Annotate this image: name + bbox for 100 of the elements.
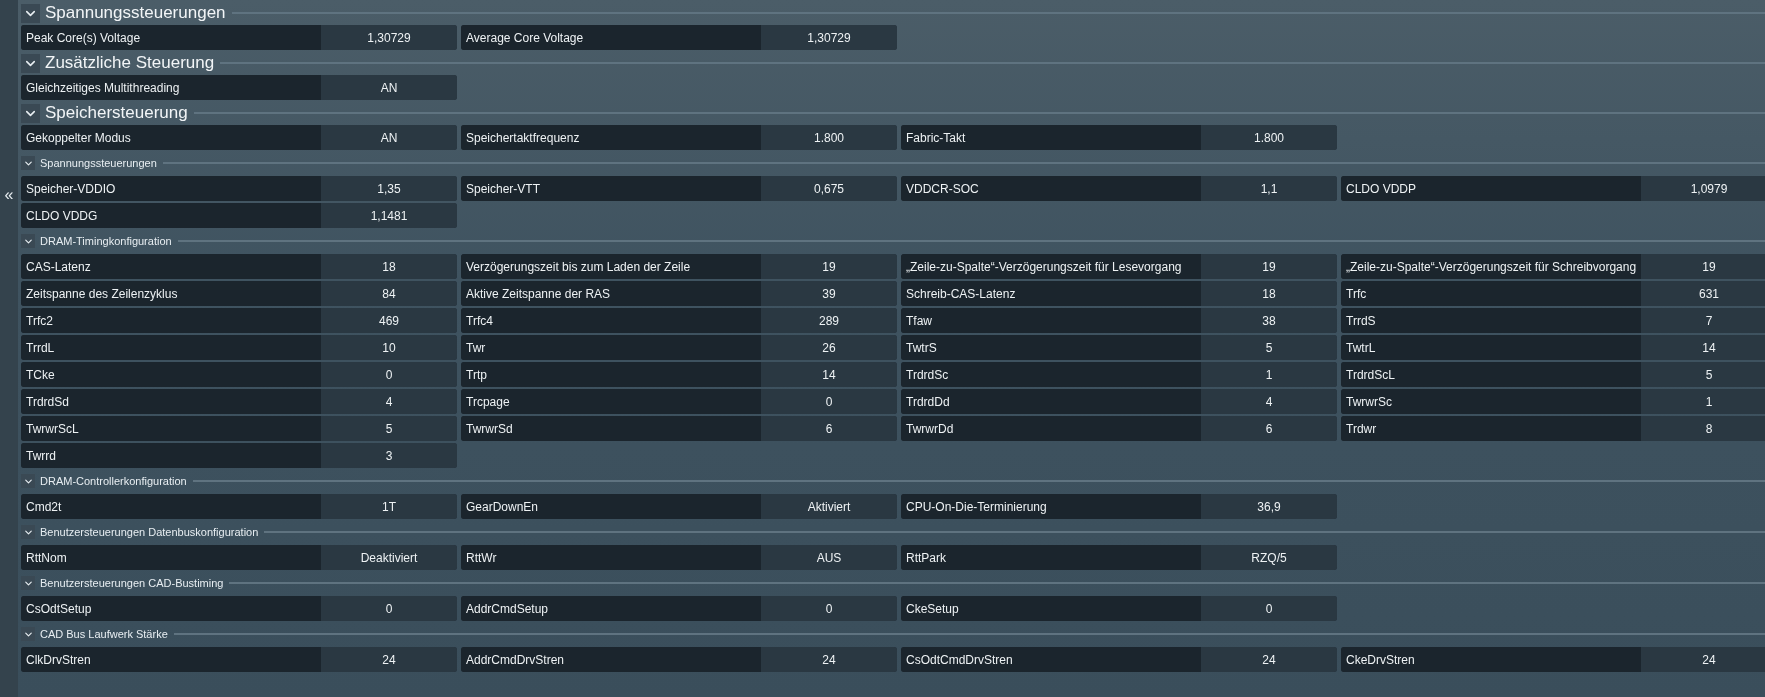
setting-value: 631 <box>1641 281 1765 306</box>
setting-value: 0 <box>761 389 897 414</box>
setting-value: 4 <box>321 389 457 414</box>
setting-label: Trcpage <box>461 389 761 414</box>
setting-value: 19 <box>1201 254 1337 279</box>
setting-label: ClkDrvStren <box>21 647 321 672</box>
setting-label: TrdrdSd <box>21 389 321 414</box>
section-title: Benutzersteuerungen CAD-Bustiming <box>40 575 224 591</box>
setting-value: 0 <box>1201 596 1337 621</box>
setting-label: TrdrdSc <box>901 362 1201 387</box>
setting-label: CAS-Latenz <box>21 254 321 279</box>
setting-label: Cmd2t <box>21 494 321 519</box>
setting-value: 14 <box>761 362 897 387</box>
setting-label: CsOdtSetup <box>21 596 321 621</box>
setting-label: Trfc <box>1341 281 1641 306</box>
setting-value: 14 <box>1641 335 1765 360</box>
setting-label: CLDO VDDG <box>21 203 321 228</box>
setting-value: 1.800 <box>1201 125 1337 150</box>
setting-label: RttPark <box>901 545 1201 570</box>
setting-value: Aktiviert <box>761 494 897 519</box>
setting-label: Twrrd <box>21 443 321 468</box>
setting-value: 1,1481 <box>321 203 457 228</box>
collapse-toggle[interactable] <box>21 627 35 641</box>
setting-label: Tfaw <box>901 308 1201 333</box>
setting-label: AddrCmdDrvStren <box>461 647 761 672</box>
sidebar-collapse-button[interactable]: « <box>1 186 17 204</box>
setting-value: 24 <box>321 647 457 672</box>
setting-label: Speichertaktfrequenz <box>461 125 761 150</box>
setting-label: TrdrdScL <box>1341 362 1641 387</box>
section-title: CAD Bus Laufwerk Stärke <box>40 626 168 642</box>
setting-value: 36,9 <box>1201 494 1337 519</box>
setting-label: TrrdS <box>1341 308 1641 333</box>
setting-label: Zeitspanne des Zeilenzyklus <box>21 281 321 306</box>
setting-value: 10 <box>321 335 457 360</box>
setting-label: Gleichzeitiges Multithreading <box>21 75 321 100</box>
collapse-toggle[interactable] <box>21 234 35 248</box>
setting-value: 19 <box>761 254 897 279</box>
setting-value: 0 <box>761 596 897 621</box>
setting-value: 5 <box>1201 335 1337 360</box>
setting-label: TwtrS <box>901 335 1201 360</box>
collapse-toggle[interactable] <box>21 156 35 170</box>
setting-value: RZQ/5 <box>1201 545 1337 570</box>
setting-label: Fabric-Takt <box>901 125 1201 150</box>
setting-value: 469 <box>321 308 457 333</box>
collapse-toggle[interactable] <box>21 53 40 73</box>
setting-value: 38 <box>1201 308 1337 333</box>
setting-value: 26 <box>761 335 897 360</box>
setting-value: 0 <box>321 362 457 387</box>
setting-label: VDDCR-SOC <box>901 176 1201 201</box>
setting-value: 289 <box>761 308 897 333</box>
setting-label: Twr <box>461 335 761 360</box>
setting-label: RttWr <box>461 545 761 570</box>
setting-value: 0,675 <box>761 176 897 201</box>
collapse-toggle[interactable] <box>21 3 40 23</box>
setting-value: 1 <box>1201 362 1337 387</box>
setting-label: „Zeile-zu-Spalte“-Verzögerungszeit für Schreibvorgang <box>1341 254 1641 279</box>
setting-value: 1 <box>1641 389 1765 414</box>
setting-value: 1.800 <box>761 125 897 150</box>
setting-label: TwrwrDd <box>901 416 1201 441</box>
setting-label: TwrwrScL <box>21 416 321 441</box>
setting-label: „Zeile-zu-Spalte“-Verzögerungszeit für Lesevorgang <box>901 254 1201 279</box>
collapse-toggle[interactable] <box>21 525 35 539</box>
setting-label: Aktive Zeitspanne der RAS <box>461 281 761 306</box>
setting-value: 1,30729 <box>321 25 457 50</box>
setting-label: Trdwr <box>1341 416 1641 441</box>
setting-value: 5 <box>1641 362 1765 387</box>
collapse-toggle[interactable] <box>21 474 35 488</box>
setting-value: 24 <box>1201 647 1337 672</box>
setting-label: Trfc4 <box>461 308 761 333</box>
setting-value: 1,1 <box>1201 176 1337 201</box>
setting-value: 4 <box>1201 389 1337 414</box>
setting-value: Deaktiviert <box>321 545 457 570</box>
setting-label: Schreib-CAS-Latenz <box>901 281 1201 306</box>
setting-value: 1T <box>321 494 457 519</box>
setting-label: CLDO VDDP <box>1341 176 1641 201</box>
setting-label: Speicher-VDDIO <box>21 176 321 201</box>
section-title: Spannungssteuerungen <box>45 2 226 25</box>
setting-label: CPU-On-Die-Terminierung <box>901 494 1201 519</box>
setting-label: AddrCmdSetup <box>461 596 761 621</box>
setting-value: 18 <box>321 254 457 279</box>
setting-value: 3 <box>321 443 457 468</box>
collapse-toggle[interactable] <box>21 576 35 590</box>
setting-value: AN <box>321 125 457 150</box>
setting-value: 1,30729 <box>761 25 897 50</box>
setting-label: Speicher-VTT <box>461 176 761 201</box>
setting-label: RttNom <box>21 545 321 570</box>
setting-label: CsOdtCmdDrvStren <box>901 647 1201 672</box>
collapse-toggle[interactable] <box>21 103 40 123</box>
section-title: Zusätzliche Steuerung <box>45 52 215 75</box>
setting-value: 24 <box>1641 647 1765 672</box>
setting-label: GearDownEn <box>461 494 761 519</box>
setting-label: Verzögerungszeit bis zum Laden der Zeile <box>461 254 761 279</box>
setting-label: Peak Core(s) Voltage <box>21 25 321 50</box>
setting-label: CkeSetup <box>901 596 1201 621</box>
section-title: DRAM-Controllerkonfiguration <box>40 473 187 489</box>
section-title: Speichersteuerung <box>45 102 188 125</box>
setting-label: TwrwrSd <box>461 416 761 441</box>
setting-value: 1,35 <box>321 176 457 201</box>
setting-value: 19 <box>1641 254 1765 279</box>
setting-label: Trfc2 <box>21 308 321 333</box>
